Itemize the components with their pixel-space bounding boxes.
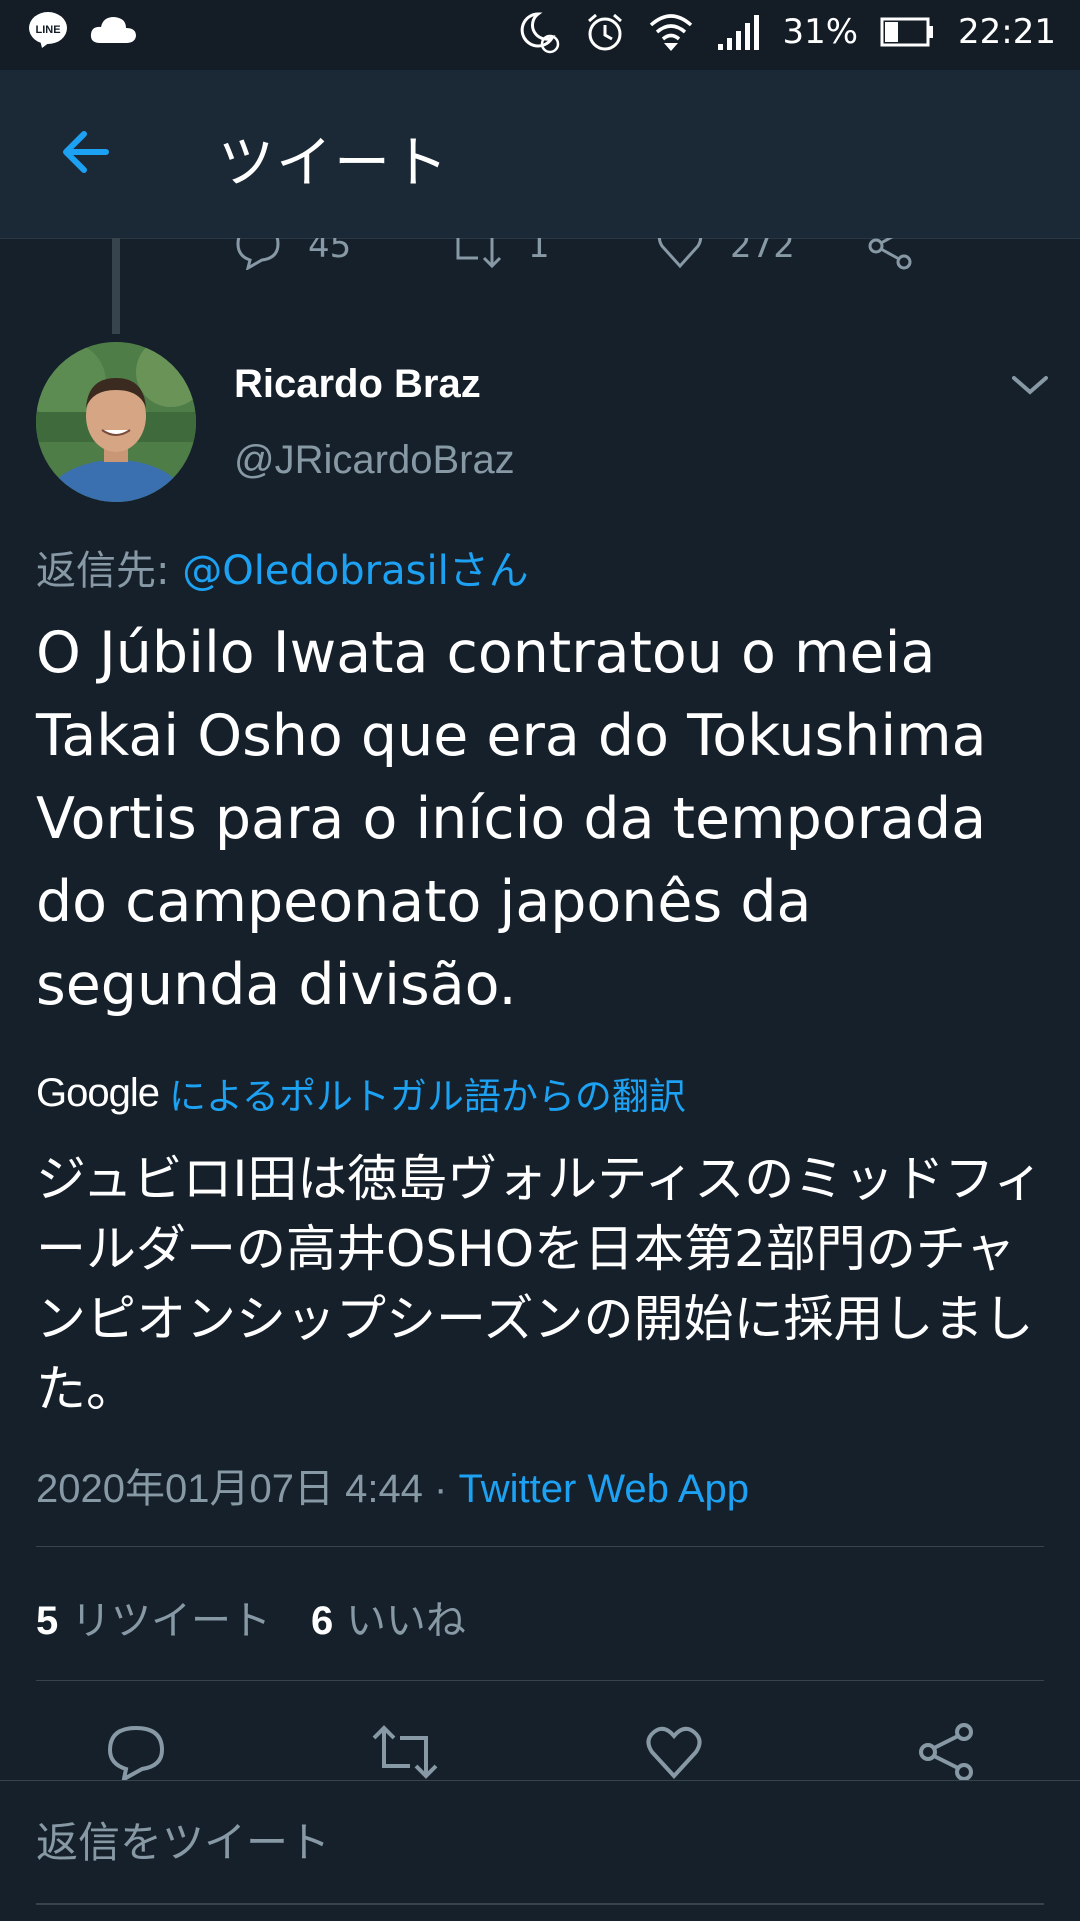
like-stat[interactable]: 6 いいね — [311, 1588, 466, 1646]
heart-icon — [657, 238, 703, 269]
translation-attribution: Google によるポルトガル語からの翻訳 — [36, 1066, 686, 1120]
cloud-icon — [90, 17, 136, 43]
like-label: いいね — [345, 1598, 466, 1644]
google-logo: Google — [36, 1070, 160, 1115]
retweet-label: リツイート — [70, 1598, 271, 1644]
reply-input[interactable]: 返信をツイート — [36, 1809, 330, 1870]
engagement-stats: 5 リツイート 6 いいね — [36, 1588, 466, 1646]
reply-composer: 返信をツイート — [0, 1780, 1080, 1921]
do-not-disturb-icon — [521, 12, 560, 54]
reply-icon — [236, 238, 280, 270]
reply-to-line: 返信先: @Oledobrasilさん — [36, 538, 529, 596]
tweet-action-bar — [0, 1722, 1080, 1782]
divider — [36, 1680, 1044, 1681]
prev-retweet-action[interactable]: 1 — [448, 238, 550, 270]
reply-to-mention-link[interactable]: @Oledobrasilさん — [182, 548, 528, 594]
author-name[interactable]: Ricardo Braz — [234, 362, 481, 407]
prev-like-action[interactable]: 272 — [656, 238, 795, 270]
reply-icon[interactable] — [106, 1722, 166, 1782]
chevron-down-icon[interactable] — [1010, 372, 1050, 398]
translation-link[interactable]: によるポルトガル語からの翻訳 — [169, 1066, 686, 1120]
thread-connector-line — [112, 238, 120, 334]
heart-icon[interactable] — [644, 1722, 704, 1782]
divider — [36, 1546, 1044, 1547]
back-arrow-icon[interactable] — [56, 122, 116, 182]
prev-reply-action[interactable]: 45 — [234, 238, 351, 270]
page-title: ツイート — [218, 131, 450, 196]
reply-input-underline — [36, 1903, 1044, 1905]
prev-like-count: 272 — [730, 238, 795, 266]
battery-percent: 31% — [782, 12, 859, 52]
clock: 22:21 — [958, 12, 1056, 52]
prev-share-action[interactable] — [866, 238, 914, 270]
share-icon[interactable] — [916, 1722, 976, 1782]
timestamp-text: 2020年01月07日 4:44 · — [36, 1467, 459, 1511]
translated-text: ジュビロI田は徳島ヴォルティスのミッドフィールダーの高井OSHOを日本第2部門の… — [36, 1150, 1044, 1418]
reply-to-prefix: 返信先: — [36, 548, 183, 594]
line-icon: LINE — [29, 12, 67, 48]
avatar-image — [36, 342, 196, 502]
tweet-text: O Júbilo Iwata contratou o meia Takai Os… — [36, 620, 987, 1018]
retweet-icon — [456, 238, 502, 269]
status-bar: LINE 31% 22:21 — [0, 0, 1080, 70]
previous-tweet-actions: 45 1 272 — [0, 238, 1080, 272]
retweet-count: 5 — [36, 1599, 59, 1643]
signal-icon — [718, 15, 760, 50]
app-header: ツイート — [0, 70, 1080, 239]
line-label: LINE — [35, 24, 60, 36]
like-count: 6 — [310, 1599, 334, 1643]
prev-reply-count: 45 — [308, 238, 352, 266]
avatar[interactable] — [36, 342, 196, 502]
battery-icon — [880, 17, 934, 47]
retweet-stat[interactable]: 5 リツイート — [36, 1588, 271, 1646]
alarm-icon — [588, 13, 623, 51]
tweet-timestamp: 2020年01月07日 4:44 · Twitter Web App — [36, 1456, 749, 1514]
share-icon — [868, 238, 912, 270]
source-app-link[interactable]: Twitter Web App — [458, 1467, 749, 1511]
retweet-icon[interactable] — [370, 1722, 440, 1782]
wifi-icon — [650, 14, 693, 51]
author-handle[interactable]: @JRicardoBraz — [234, 438, 515, 483]
prev-retweet-count: 1 — [528, 238, 550, 266]
